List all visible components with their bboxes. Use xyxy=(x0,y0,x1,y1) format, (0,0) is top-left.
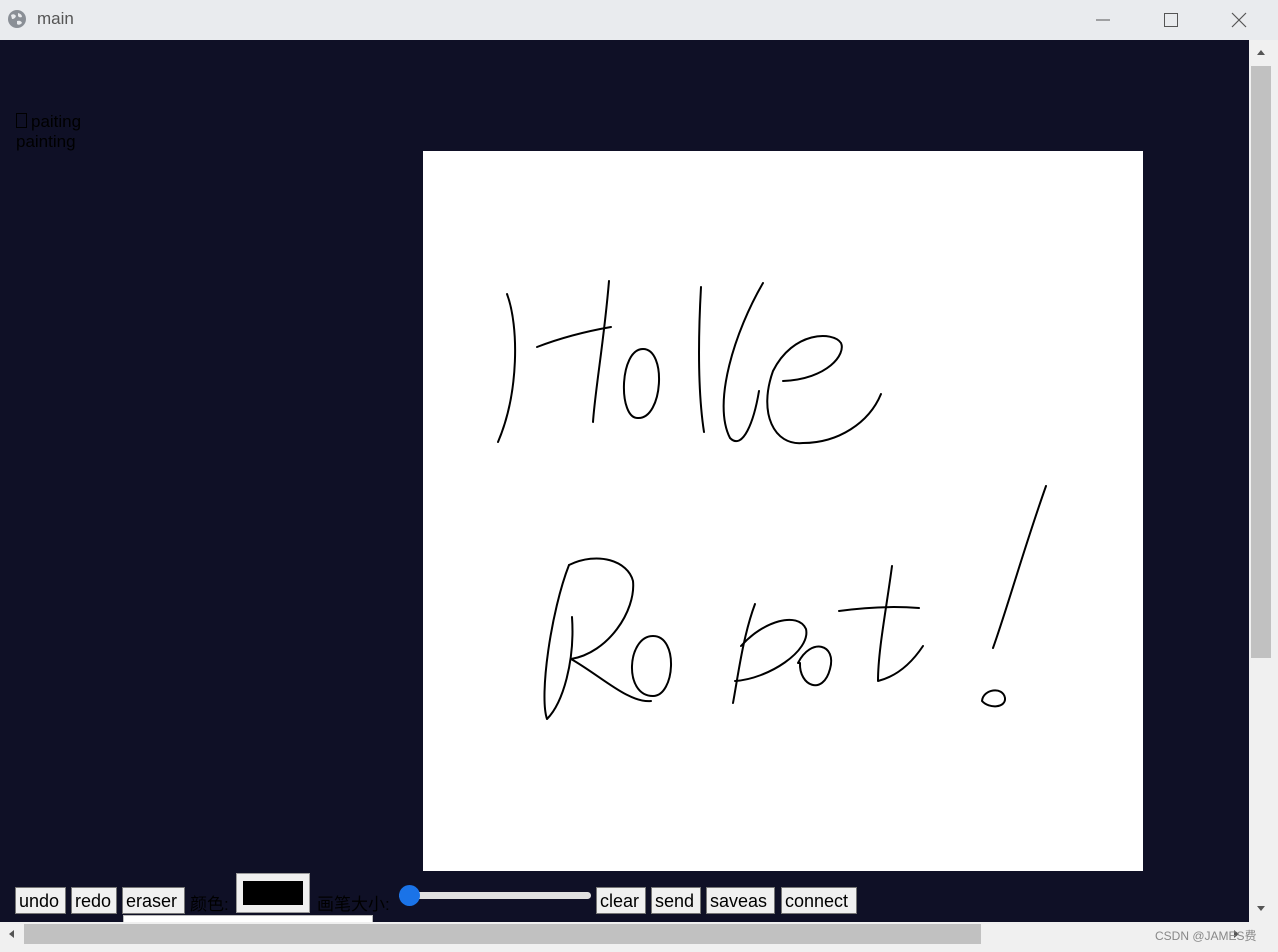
close-icon xyxy=(1231,12,1247,28)
color-label: 颜色: xyxy=(190,895,229,914)
horizontal-scrollbar[interactable] xyxy=(0,922,1278,952)
page-heading: paiting painting xyxy=(16,112,81,152)
drawing-canvas[interactable] xyxy=(423,151,1143,871)
heading-subtitle: painting xyxy=(16,132,76,151)
undo-button[interactable]: undo xyxy=(15,887,66,914)
scroll-down-icon[interactable] xyxy=(1256,905,1266,913)
scroll-up-icon[interactable] xyxy=(1256,48,1266,56)
scroll-left-icon[interactable] xyxy=(7,929,15,939)
vertical-scrollbar[interactable] xyxy=(1249,40,1278,922)
watermark: CSDN @JAMES费 xyxy=(1155,929,1257,943)
window-title: main xyxy=(37,9,74,28)
page-viewport: paiting painting xyxy=(0,40,1249,922)
toolbar: undo redo eraser 颜色: 画笔大小: clear send sa… xyxy=(15,873,875,917)
title-bar: main xyxy=(0,0,1278,40)
color-picker[interactable] xyxy=(236,873,310,913)
horizontal-scroll-thumb[interactable] xyxy=(24,924,981,944)
redo-button[interactable]: redo xyxy=(71,887,117,914)
globe-icon xyxy=(8,10,26,28)
heading-alt-text: paiting xyxy=(31,112,82,131)
maximize-icon xyxy=(1164,13,1178,27)
saveas-button[interactable]: saveas xyxy=(706,887,775,914)
minimize-button[interactable] xyxy=(1080,0,1126,40)
broken-image-icon xyxy=(16,113,27,128)
slider-thumb[interactable] xyxy=(399,885,420,906)
eraser-button[interactable]: eraser xyxy=(122,887,185,914)
minimize-icon xyxy=(1096,19,1110,21)
vertical-scroll-thumb[interactable] xyxy=(1251,66,1271,658)
slider-track xyxy=(399,892,591,899)
color-swatch xyxy=(243,881,303,905)
brush-size-label: 画笔大小: xyxy=(317,895,390,914)
send-button[interactable]: send xyxy=(651,887,701,914)
clear-button[interactable]: clear xyxy=(596,887,646,914)
brush-size-slider[interactable] xyxy=(399,885,591,906)
close-button[interactable] xyxy=(1216,0,1262,40)
connect-button[interactable]: connect xyxy=(781,887,857,914)
handwritten-drawing xyxy=(497,280,1047,720)
maximize-button[interactable] xyxy=(1148,0,1194,40)
